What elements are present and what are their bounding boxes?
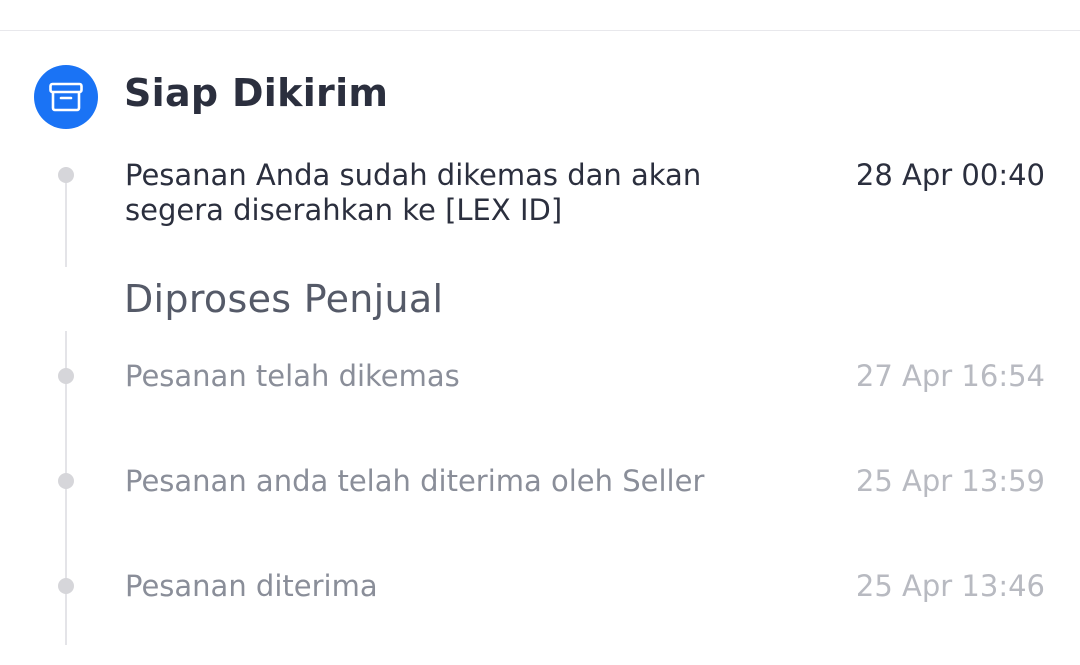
order-tracking-timeline: Siap Dikirim Pesanan Anda sudah dikemas … <box>0 30 1080 665</box>
active-status-title: Siap Dikirim <box>124 71 389 115</box>
event-text: Pesanan diterima <box>125 569 378 603</box>
top-header-strip <box>0 0 1080 30</box>
timeline-dot <box>58 368 74 384</box>
timeline-dot <box>58 578 74 594</box>
event-text: Pesanan telah dikemas <box>125 359 460 393</box>
timeline-dot <box>58 473 74 489</box>
status-icon-badge <box>34 65 98 129</box>
event-text: Pesanan anda telah diterima oleh Seller <box>125 464 705 498</box>
timeline-dot-active <box>58 167 74 183</box>
event-time: 27 Apr 16:54 <box>855 359 1045 393</box>
event-time: 25 Apr 13:46 <box>855 569 1045 603</box>
event-time: 25 Apr 13:59 <box>855 464 1045 498</box>
active-event-time: 28 Apr 00:40 <box>855 158 1045 192</box>
group-title: Diproses Penjual <box>124 277 444 321</box>
archive-box-icon <box>49 82 83 112</box>
active-event-text: Pesanan Anda sudah dikemas dan akan sege… <box>125 158 702 227</box>
